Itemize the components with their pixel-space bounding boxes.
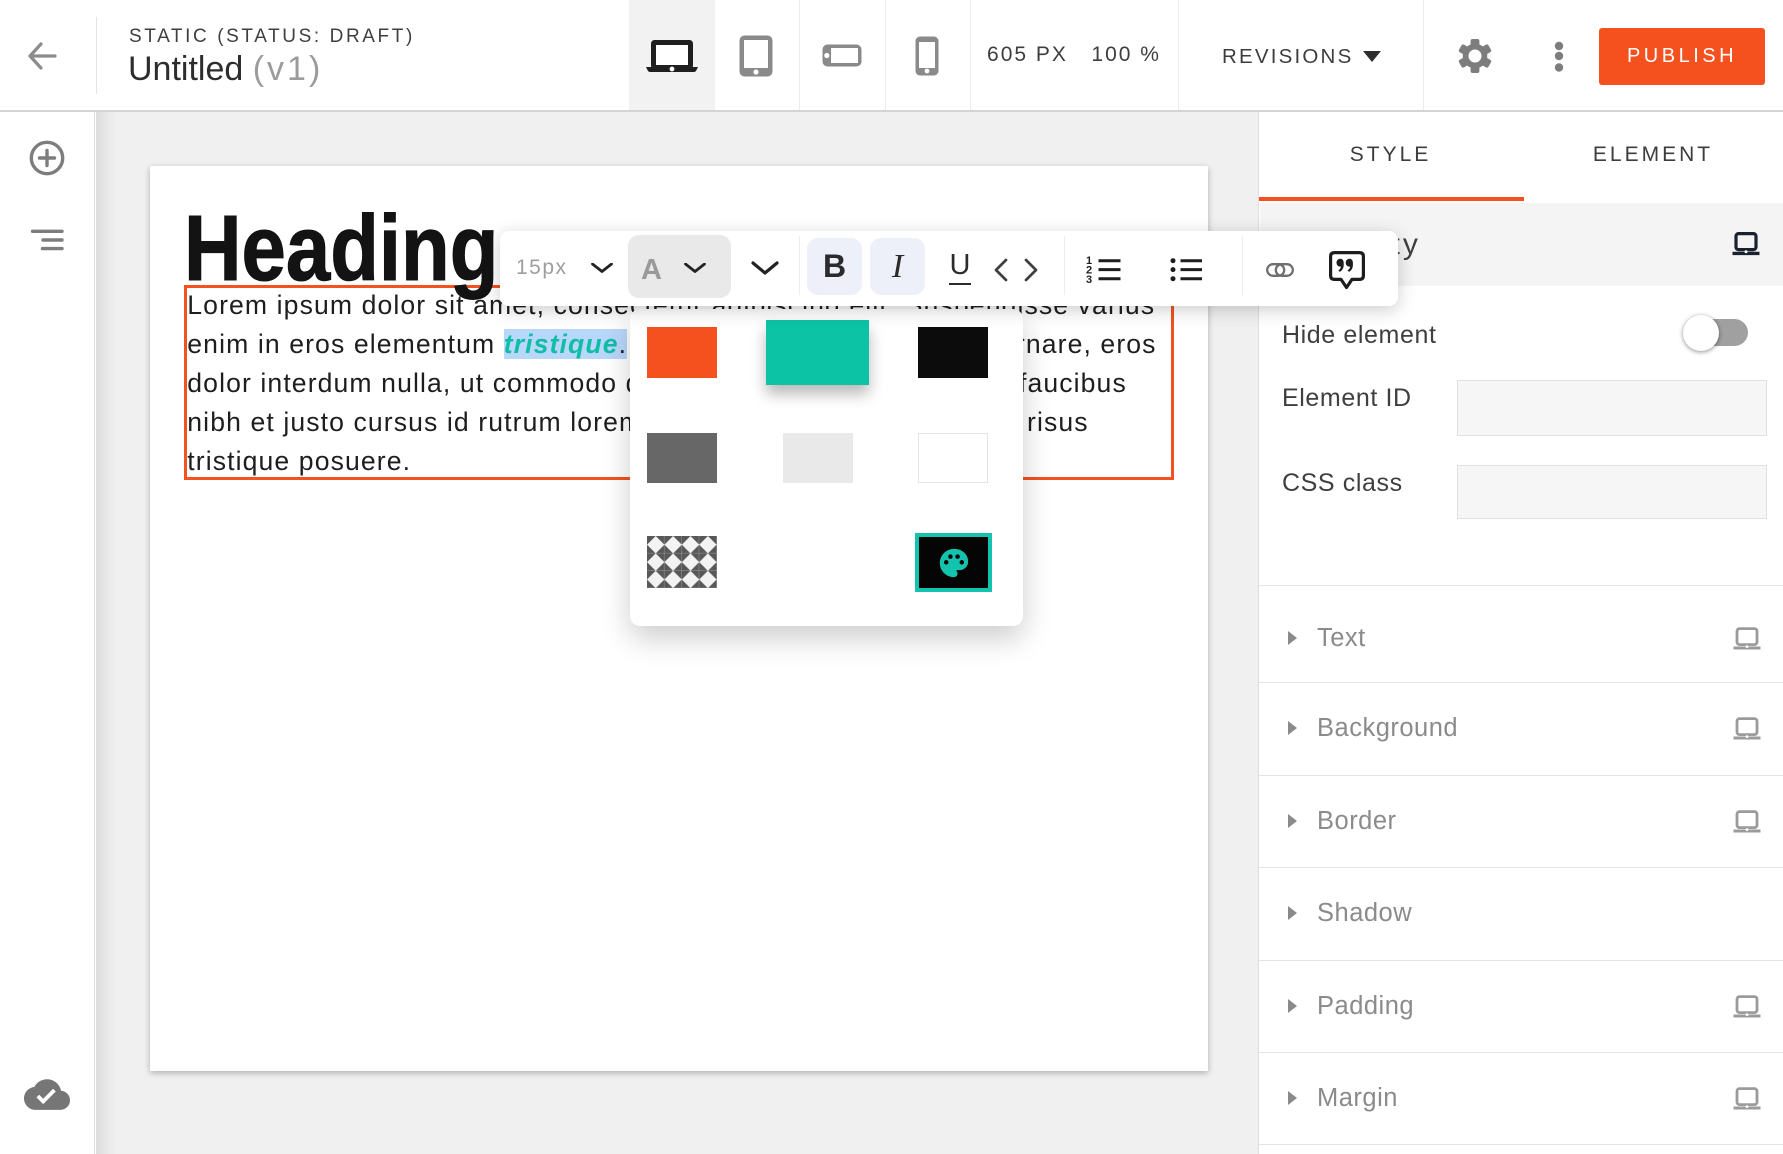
svg-text:3: 3 [1086, 274, 1092, 286]
